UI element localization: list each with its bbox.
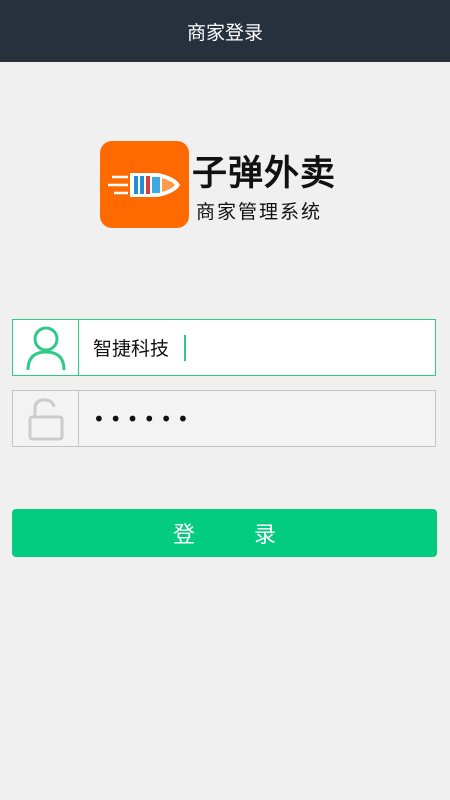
username-field[interactable] <box>12 319 436 376</box>
title-bar: 商家登录 <box>0 0 450 62</box>
user-icon <box>13 320 79 375</box>
brand-name: 子弹外卖 <box>192 153 337 194</box>
password-field[interactable] <box>12 390 436 447</box>
bullet-boat-logo-icon <box>100 141 189 228</box>
unlock-icon <box>13 391 79 446</box>
username-input[interactable] <box>79 320 435 375</box>
password-input[interactable] <box>79 391 435 446</box>
text-cursor <box>184 335 186 361</box>
page-title: 商家登录 <box>186 21 263 44</box>
brand-subtitle: 商家管理系统 <box>196 201 323 223</box>
brand-logo-block: 子弹外卖 商家管理系统 <box>100 141 350 231</box>
login-button[interactable]: 登 录 <box>12 509 437 557</box>
